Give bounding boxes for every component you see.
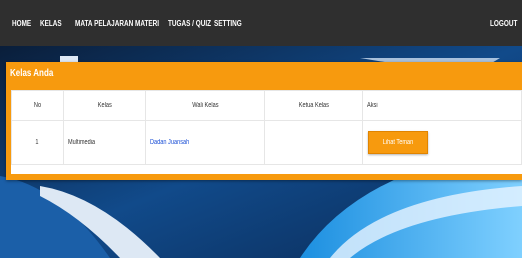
header-kelas: Kelas [62,90,146,121]
cell-no: 1 [11,120,64,165]
table-row: 1 Multimedia Dadan Juansah Lihat Teman [11,120,522,165]
kelas-table-container: No Kelas Wali Kelas Ketua Kelas Aksi 1 M… [11,90,522,174]
header-ketua-kelas: Ketua Kelas [264,90,364,121]
header-wali-kelas: Wali Kelas [144,90,266,121]
kelas-panel: Kelas Anda No Kelas Wali Kelas Ketua Kel… [6,62,522,180]
panel-title: Kelas Anda [10,68,54,79]
nav-logout[interactable]: LOGOUT [490,19,517,28]
nav-materi[interactable]: MATERI [135,19,159,28]
top-navbar: HOME KELAS MATA PELAJARAN MATERI TUGAS /… [0,0,522,46]
nav-home[interactable]: HOME [12,19,31,28]
lihat-teman-button[interactable]: Lihat Teman [368,131,429,154]
nav-setting[interactable]: SETTING [214,19,242,28]
nav-mata-pelajaran[interactable]: MATA PELAJARAN [75,19,133,28]
cell-ketua-kelas [264,120,364,165]
kelas-table: No Kelas Wali Kelas Ketua Kelas Aksi 1 M… [11,90,522,165]
header-no: No [11,90,64,121]
cell-aksi: Lihat Teman [362,120,522,165]
nav-tugas-quiz[interactable]: TUGAS / QUIZ [168,19,211,28]
table-header-row: No Kelas Wali Kelas Ketua Kelas Aksi [11,90,522,121]
wali-kelas-link[interactable]: Dadan Juansah [150,139,189,146]
nav-kelas[interactable]: KELAS [40,19,62,28]
cell-kelas: Multimedia [62,120,146,165]
header-aksi: Aksi [362,90,522,121]
cell-wali-kelas[interactable]: Dadan Juansah [144,120,266,165]
